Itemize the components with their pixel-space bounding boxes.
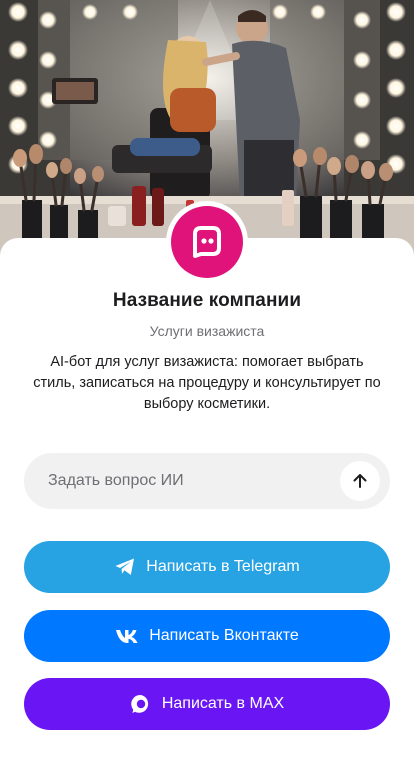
ask-ai-bar: [24, 453, 390, 509]
telegram-icon: [114, 557, 136, 577]
max-button[interactable]: Написать в MAX: [24, 678, 390, 730]
max-button-label: Написать в MAX: [161, 695, 285, 712]
company-description: AI-бот для услуг визажиста: помогает выб…: [33, 354, 381, 412]
vk-button[interactable]: Написать Вконтакте: [24, 610, 390, 662]
logo-badge: [171, 206, 243, 278]
chat-bubble-icon: [193, 226, 221, 258]
company-logo: [166, 201, 248, 283]
telegram-button[interactable]: Написать в Telegram: [24, 541, 390, 593]
ask-ai-input[interactable]: [24, 453, 324, 509]
send-button[interactable]: [340, 461, 380, 501]
vk-button-label: Написать Вконтакте: [149, 627, 299, 644]
company-subtitle: Услуги визажиста: [149, 323, 265, 339]
company-name: Название компании: [112, 290, 302, 311]
max-icon: [130, 693, 152, 715]
arrow-up-icon: [353, 474, 367, 488]
telegram-button-label: Написать в Telegram: [146, 558, 300, 575]
vk-icon: [115, 628, 139, 644]
